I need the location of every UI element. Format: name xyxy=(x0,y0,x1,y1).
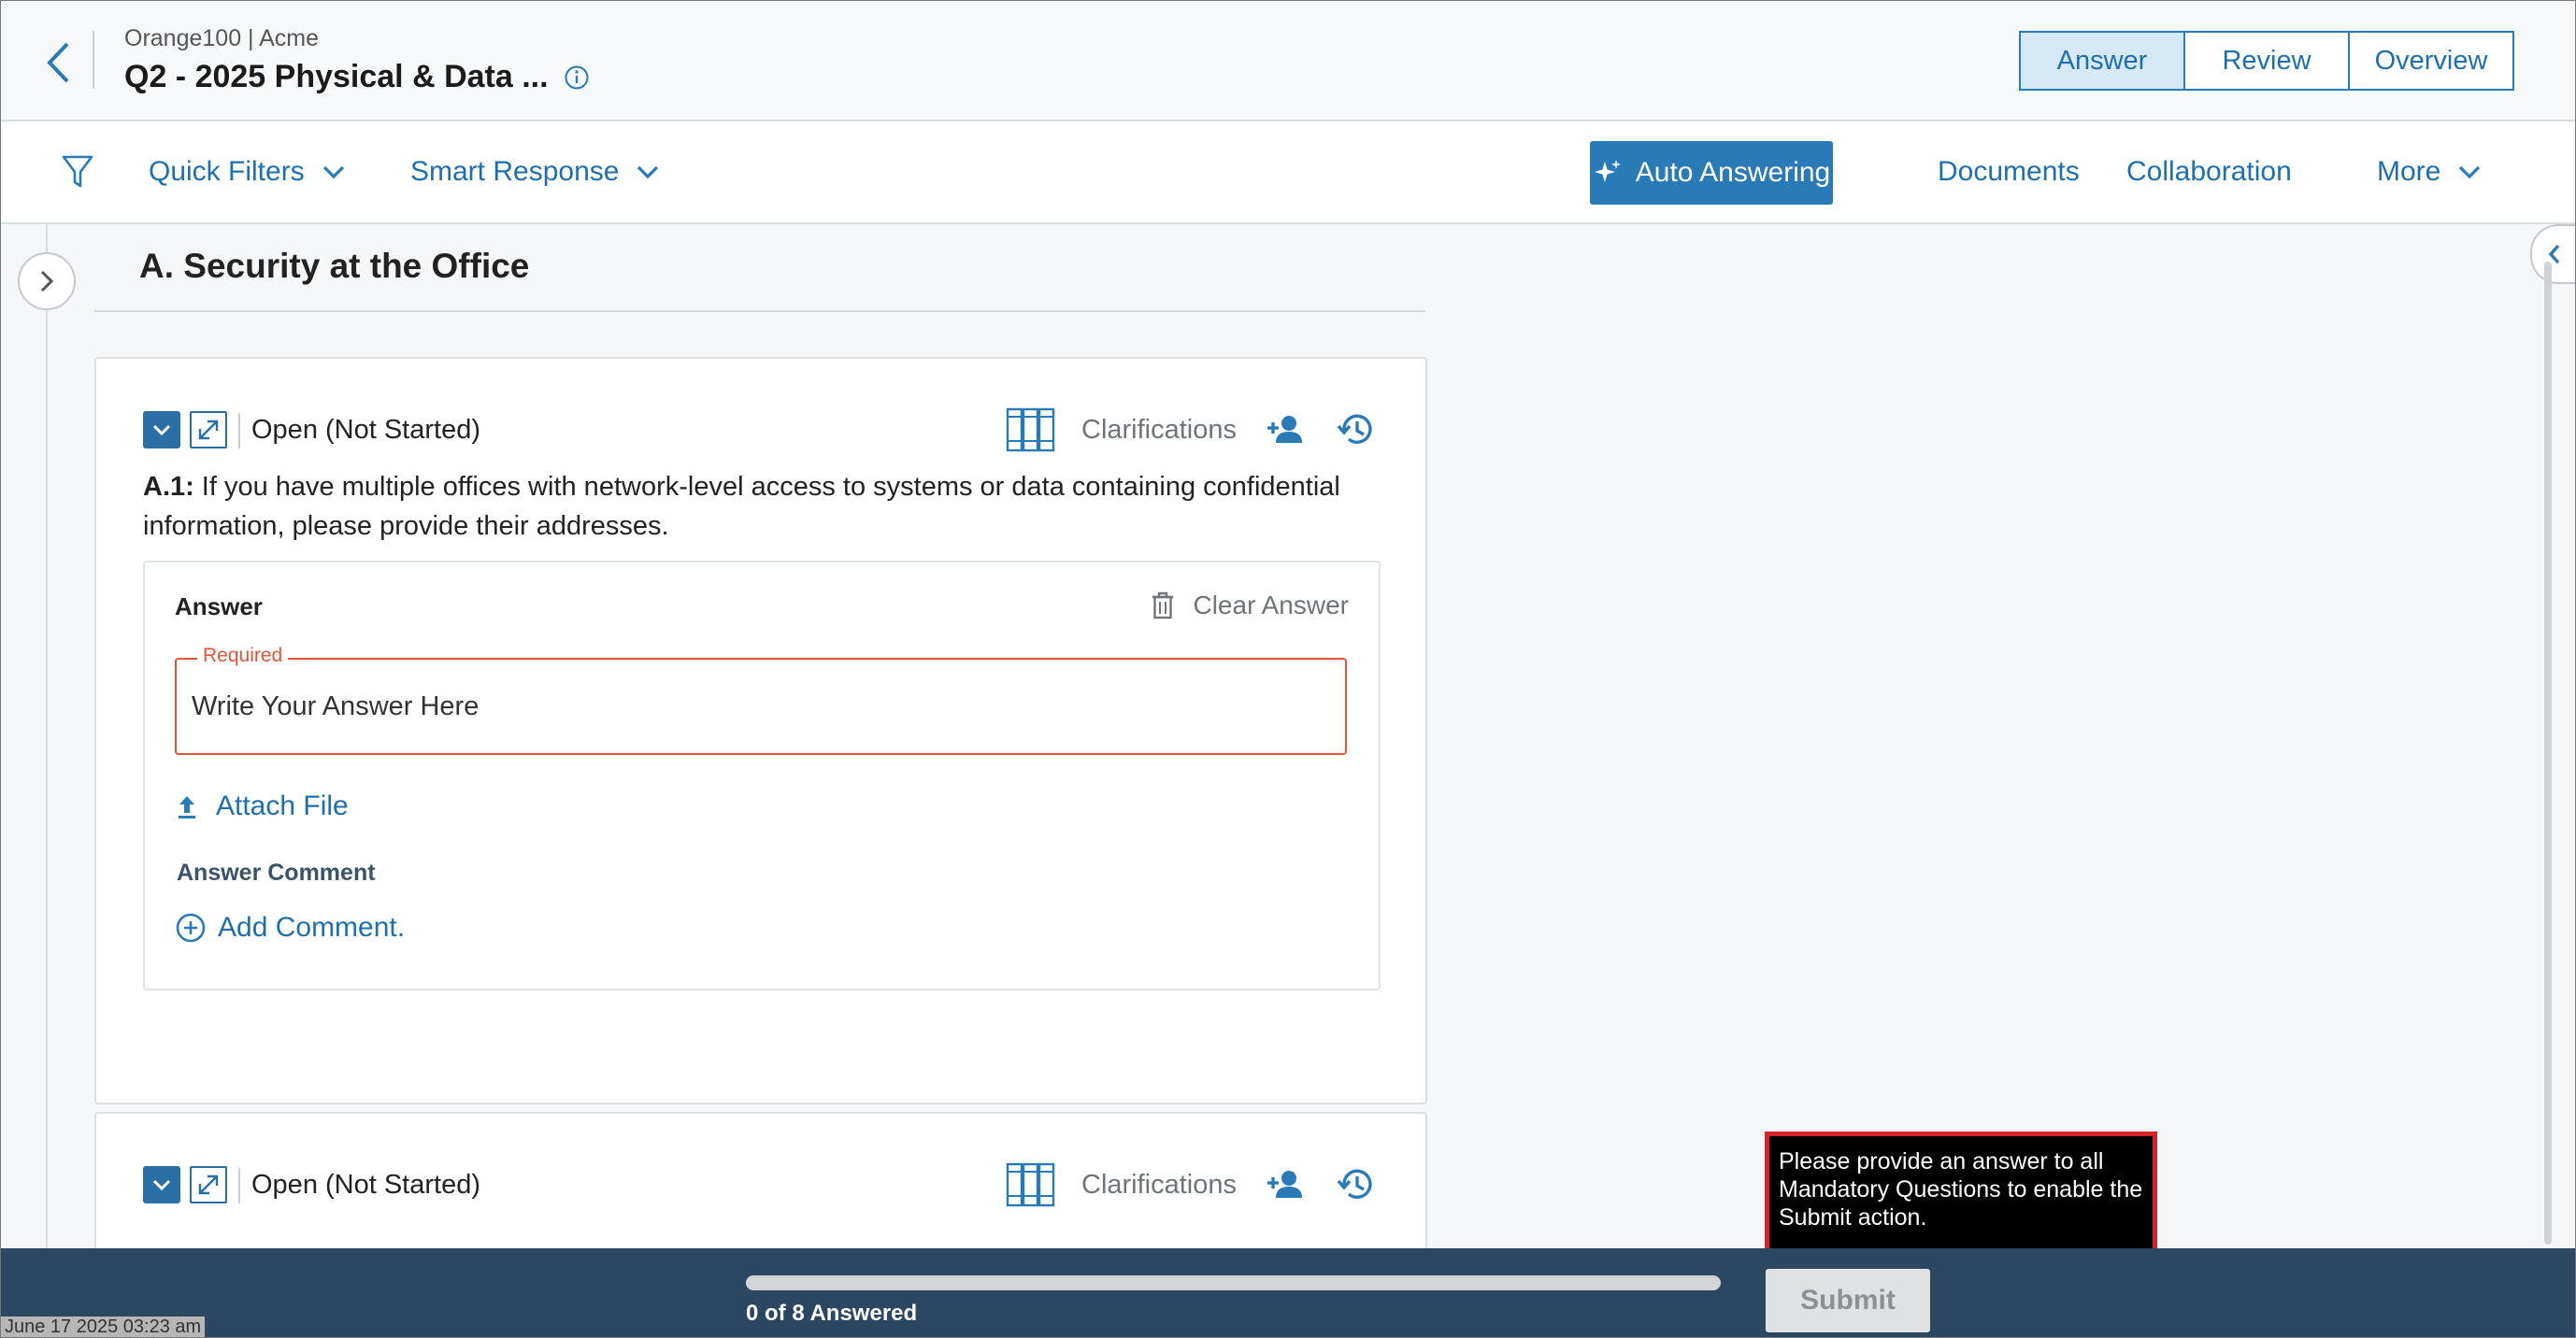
chevron-down-icon xyxy=(322,165,344,179)
expand-sidebar-button[interactable] xyxy=(18,252,76,310)
header-divider xyxy=(238,1168,240,1203)
left-rail xyxy=(46,224,48,1248)
chevron-left-icon xyxy=(47,42,69,83)
expand-question-button[interactable] xyxy=(190,1166,227,1203)
clear-answer-button[interactable]: Clear Answer xyxy=(1150,591,1349,620)
footer-bar: 0 of 8 Answered Submit xyxy=(1,1248,2575,1337)
question-card: Open (Not Started) Clarifications xyxy=(94,1112,1427,1248)
tab-answer[interactable]: Answer xyxy=(2019,31,2185,91)
progress-text: 0 of 8 Answered xyxy=(746,1301,918,1326)
plus-circle-icon xyxy=(176,913,206,943)
chevron-down-icon xyxy=(2459,165,2481,179)
expand-arrows-icon xyxy=(198,1174,219,1195)
answer-comment-label: Answer Comment xyxy=(177,860,376,886)
section-title: A. Security at the Office xyxy=(139,247,530,285)
more-dropdown[interactable]: More xyxy=(2377,121,2482,222)
question-number: A.1: xyxy=(143,472,194,502)
chevron-down-icon xyxy=(152,1179,171,1190)
upload-icon xyxy=(179,796,195,818)
question-header: Open (Not Started) Clarifications xyxy=(143,1162,1377,1207)
toolbar: Quick Filters Smart Response Auto Answer… xyxy=(1,121,2575,224)
vertical-scrollbar[interactable] xyxy=(2544,262,2552,1245)
expand-arrows-icon xyxy=(198,420,219,440)
header-divider xyxy=(93,31,94,89)
submit-disabled-tooltip: Please provide an answer to all Mandator… xyxy=(1765,1132,2157,1266)
trash-icon xyxy=(1152,591,1174,619)
assign-user-icon[interactable] xyxy=(1265,409,1306,450)
right-panel-toggle[interactable] xyxy=(2530,224,2575,284)
clarifications-link[interactable]: Clarifications xyxy=(1081,1170,1237,1201)
add-comment-button[interactable]: Add Comment. xyxy=(175,912,405,944)
collapse-toggle[interactable] xyxy=(143,1166,180,1203)
question-status: Open (Not Started) xyxy=(251,1170,480,1200)
answer-panel: Answer Clear Answer Write Your Answer He… xyxy=(143,561,1381,990)
tab-review[interactable]: Review xyxy=(2183,31,2350,91)
breadcrumb: Orange100 | Acme xyxy=(124,25,320,51)
question-header: Open (Not Started) Clarifications xyxy=(143,407,1377,452)
clear-answer-label: Clear Answer xyxy=(1193,591,1349,619)
assign-user-icon[interactable] xyxy=(1265,1164,1306,1205)
library-icon[interactable] xyxy=(1005,1159,1057,1209)
history-icon[interactable] xyxy=(1336,1164,1377,1205)
collaboration-link[interactable]: Collaboration xyxy=(2126,121,2292,222)
documents-link[interactable]: Documents xyxy=(1938,121,2080,222)
smart-response-dropdown[interactable]: Smart Response xyxy=(410,121,660,222)
page-title: Q2 - 2025 Physical & Data ... xyxy=(124,59,549,94)
answer-label: Answer xyxy=(175,592,263,620)
progress-bar xyxy=(746,1275,1721,1290)
question-card: Open (Not Started) Clarifications A.1: If… xyxy=(94,357,1427,1104)
smart-response-label: Smart Response xyxy=(410,156,620,187)
quick-filters-label: Quick Filters xyxy=(149,156,305,187)
question-text: A.1: If you have multiple offices with ne… xyxy=(143,467,1386,546)
info-icon[interactable] xyxy=(564,64,590,91)
chevron-right-icon xyxy=(40,270,54,292)
question-status: Open (Not Started) xyxy=(251,415,480,445)
mode-tabs: Answer Review Overview xyxy=(2019,31,2514,91)
chevron-down-icon xyxy=(637,165,659,179)
auto-answering-label: Auto Answering xyxy=(1635,157,1831,188)
app-window: Orange100 | Acme Q2 - 2025 Physical & Da… xyxy=(0,0,2576,1338)
library-icon[interactable] xyxy=(1005,404,1057,454)
auto-answering-button[interactable]: Auto Answering xyxy=(1590,141,1833,205)
collapse-toggle[interactable] xyxy=(143,411,180,448)
tab-overview[interactable]: Overview xyxy=(2348,31,2514,91)
clarifications-link[interactable]: Clarifications xyxy=(1081,415,1237,446)
questionnaire-content: A. Security at the Office Open (Not Star… xyxy=(1,224,2575,1248)
add-comment-label: Add Comment. xyxy=(218,912,406,943)
attach-file-button[interactable]: Attach File xyxy=(177,790,349,822)
chevron-down-icon xyxy=(152,424,171,435)
required-label: Required xyxy=(197,645,289,667)
funnel-icon xyxy=(62,155,93,188)
sparkle-icon xyxy=(1594,160,1621,182)
history-icon[interactable] xyxy=(1336,409,1377,450)
submit-button[interactable]: Submit xyxy=(1766,1269,1930,1332)
expand-question-button[interactable] xyxy=(190,411,227,448)
answer-input[interactable]: Write Your Answer Here xyxy=(175,658,1347,755)
section-divider xyxy=(94,310,1425,312)
attach-file-label: Attach File xyxy=(216,790,349,821)
back-button[interactable] xyxy=(36,36,79,89)
timestamp: June 17 2025 03:23 am xyxy=(1,1317,206,1337)
header-divider xyxy=(238,413,240,448)
header: Orange100 | Acme Q2 - 2025 Physical & Da… xyxy=(1,1,2575,121)
filter-button[interactable] xyxy=(61,121,94,222)
quick-filters-dropdown[interactable]: Quick Filters xyxy=(149,121,346,222)
more-label: More xyxy=(2377,156,2441,187)
question-body: If you have multiple offices with networ… xyxy=(143,472,1340,541)
